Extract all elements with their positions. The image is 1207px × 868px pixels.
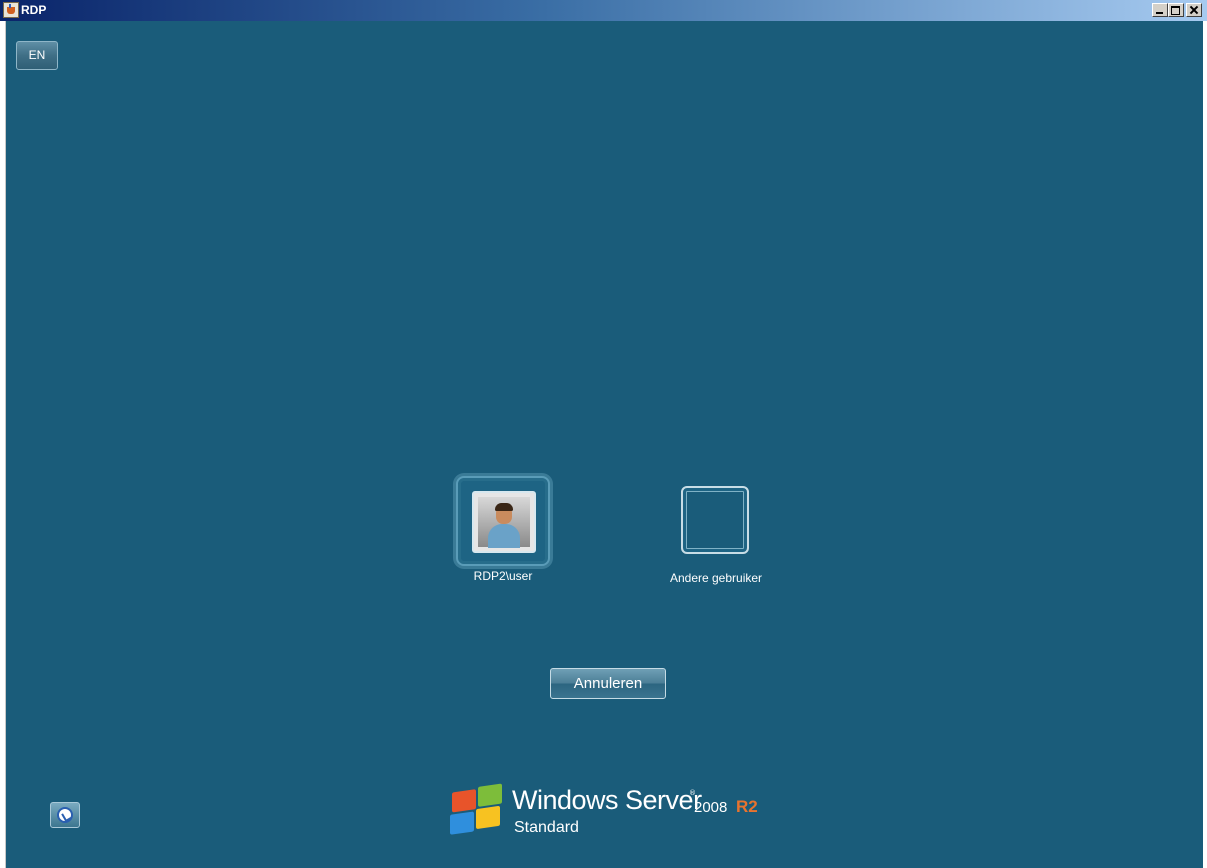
ease-of-access-icon [57,807,73,823]
windows-flag-green-pane [478,783,502,807]
user-avatar-icon[interactable] [472,491,536,553]
close-button[interactable] [1186,3,1202,17]
product-edition: Standard [514,819,579,836]
window-frame-right [1203,21,1207,868]
blank-user-frame-icon[interactable] [681,486,749,554]
user-tile-label[interactable]: RDP2\user [456,569,550,583]
windows-server-branding: Windows Server ® 2008 R2 Standard [450,783,770,853]
windows-flag-blue-pane [450,811,474,835]
maximize-button[interactable] [1168,3,1184,17]
java-cup-icon [3,2,19,18]
windows-flag-red-pane [452,789,476,813]
language-indicator-button[interactable]: EN [16,41,58,70]
product-name: Windows Server [512,785,702,815]
rdp-window: RDP EN RDP2\user Andere gebruiker Annule… [0,0,1207,868]
avatar-hair [495,503,513,511]
windows-flag-yellow-pane [476,805,500,830]
product-year: 2008 [694,799,728,816]
windows-flag-logo-icon [450,779,504,837]
minimize-button[interactable] [1152,3,1168,17]
avatar-body [488,524,520,548]
avatar-background [478,497,530,548]
other-user-tile-label[interactable]: Andere gebruiker [646,571,786,585]
ease-of-access-button[interactable] [50,802,80,828]
window-title: RDP [21,3,47,17]
user-tile-frame[interactable] [456,476,550,566]
remote-desktop-area[interactable]: EN RDP2\user Andere gebruiker Annuleren [6,21,1203,868]
cancel-button[interactable]: Annuleren [550,668,666,699]
trademark-symbol: ® [689,789,696,797]
title-bar[interactable]: RDP [0,0,1207,21]
product-release: R2 [736,797,758,816]
